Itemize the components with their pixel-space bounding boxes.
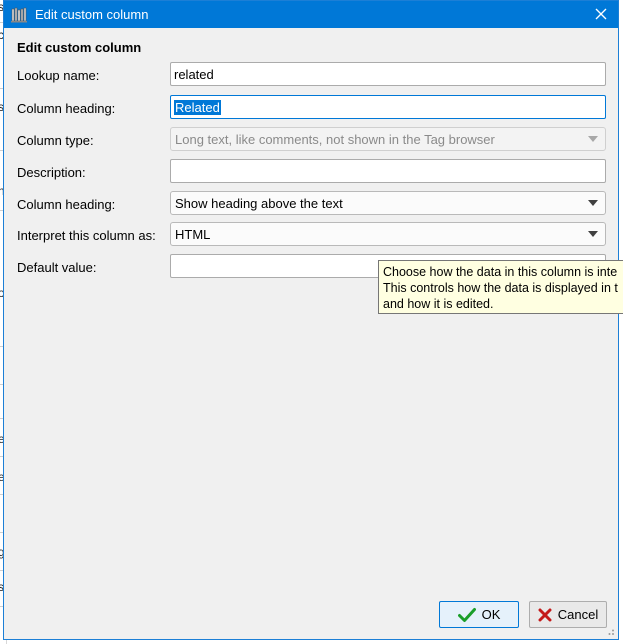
lookup-name-label: Lookup name: [17,68,100,83]
close-button[interactable] [590,4,612,24]
column-heading-position-value: Show heading above the text [175,195,343,211]
column-heading-input[interactable]: Related [170,95,606,119]
column-heading-position-select[interactable]: Show heading above the text [170,191,606,215]
tooltip-line: and how it is edited. [383,297,494,311]
cancel-button-label: Cancel [557,607,599,622]
default-value-label: Default value: [17,260,97,275]
column-heading-label: Column heading: [17,101,116,116]
ok-button-label: OK [481,607,501,622]
interpret-as-tooltip: Choose how the data in this column is in… [378,260,623,314]
x-icon [538,608,552,622]
chevron-down-icon [588,200,598,206]
column-type-label: Column type: [17,133,94,148]
column-type-select: Long text, like comments, not shown in t… [170,127,606,151]
cancel-button[interactable]: Cancel [529,601,607,628]
column-type-value: Long text, like comments, not shown in t… [175,131,495,147]
interpret-as-select[interactable]: HTML [170,222,606,246]
lookup-name-value: related [174,66,214,82]
resize-grip[interactable] [605,626,615,636]
library-icon [11,7,27,23]
tooltip-line: This controls how the data is displayed … [383,281,618,295]
close-icon [595,8,607,20]
title-bar[interactable]: Edit custom column [4,1,618,28]
description-input[interactable] [170,159,606,183]
description-label: Description: [17,165,86,180]
checkmark-icon [457,607,476,623]
chevron-down-icon [588,136,598,142]
ok-button[interactable]: OK [439,601,519,628]
lookup-name-input[interactable]: related [170,62,606,86]
chevron-down-icon [588,231,598,237]
tooltip-line: Choose how the data in this column is in… [383,265,618,279]
section-title: Edit custom column [17,40,142,55]
dialog-title: Edit custom column [35,7,149,22]
edit-custom-column-dialog: Edit custom column Edit custom column Lo… [3,0,623,640]
column-heading-value: Related [174,99,221,115]
interpret-as-value: HTML [175,226,211,242]
column-heading-position-label: Column heading: [17,197,116,212]
interpret-as-label: Interpret this column as: [17,228,156,243]
